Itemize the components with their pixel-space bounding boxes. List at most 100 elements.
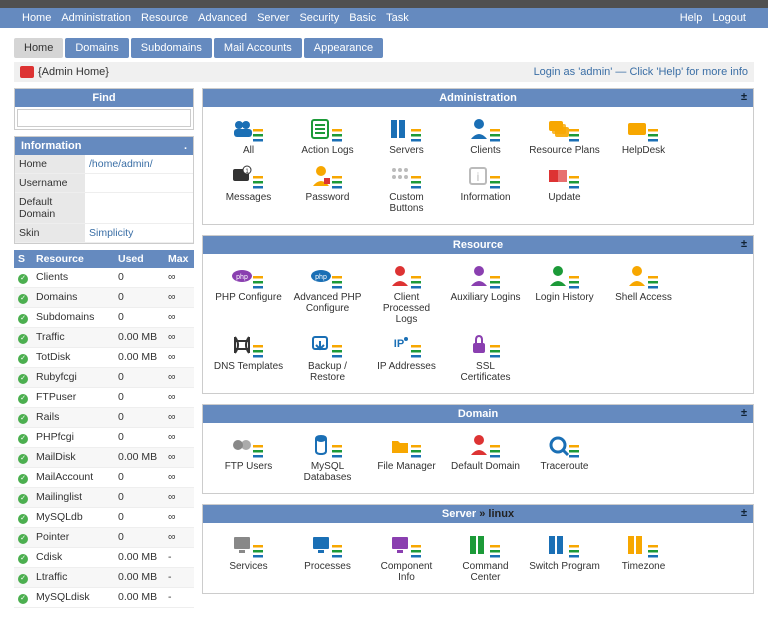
nav-logout[interactable]: Logout (712, 12, 746, 24)
collapse-icon[interactable]: ± (741, 238, 747, 250)
tile-clients[interactable]: Clients (448, 115, 523, 158)
nav-administration[interactable]: Administration (61, 12, 131, 24)
resource-row[interactable]: Pointer0∞ (14, 528, 194, 548)
resource-row[interactable]: TotDisk0.00 MB∞ (14, 348, 194, 368)
svg-text:php: php (236, 274, 248, 281)
nav-advanced[interactable]: Advanced (198, 12, 247, 24)
resource-row[interactable]: Subdomains0∞ (14, 308, 194, 328)
status-ok-icon (18, 314, 28, 324)
resource-row[interactable]: Domains0∞ (14, 288, 194, 308)
tile-mysql-databases[interactable]: MySQL Databases (290, 431, 365, 485)
collapse-icon[interactable]: ± (741, 407, 747, 419)
status-ok-icon (18, 514, 28, 524)
collapse-icon[interactable]: ± (741, 91, 747, 103)
resource-row[interactable]: Rails0∞ (14, 408, 194, 428)
tile-traceroute[interactable]: Traceroute (527, 431, 602, 485)
tile-all[interactable]: All (211, 115, 286, 158)
nav-server[interactable]: Server (257, 12, 289, 24)
tile-switch-program[interactable]: Switch Program (527, 531, 602, 585)
tile-ftp-users[interactable]: FTP Users (211, 431, 286, 485)
resource-row[interactable]: Cdisk0.00 MB- (14, 548, 194, 568)
nav-basic[interactable]: Basic (349, 12, 376, 24)
resource-row[interactable]: Mailinglist0∞ (14, 488, 194, 508)
resource-row[interactable]: MySQLdb0∞ (14, 508, 194, 528)
servers-icon (547, 533, 583, 559)
status-ok-icon (18, 574, 28, 584)
resource-row[interactable]: Ltraffic0.00 MB- (14, 568, 194, 588)
resource-panel: S Resource Used Max Clients0∞Domains0∞Su… (14, 250, 194, 608)
tile-label: Action Logs (292, 145, 363, 156)
tile-auxiliary-logins[interactable]: Auxiliary Logins (448, 262, 523, 327)
resource-row[interactable]: PHPfcgi0∞ (14, 428, 194, 448)
tile-password[interactable]: Password (290, 162, 365, 216)
person-icon (547, 264, 583, 290)
tile-custom-buttons[interactable]: Custom Buttons (369, 162, 444, 216)
tile-label: File Manager (371, 461, 442, 472)
tile-label: SSL Certificates (450, 361, 521, 383)
status-ok-icon (18, 434, 28, 444)
nav-home[interactable]: Home (22, 12, 51, 24)
ftp-icon (231, 433, 267, 459)
ticket-icon (626, 117, 662, 143)
tile-ip-addresses[interactable]: IPIP Addresses (369, 331, 444, 385)
tab-home[interactable]: Home (14, 38, 63, 58)
tile-label: Clients (450, 145, 521, 156)
resource-row[interactable]: MailAccount0∞ (14, 468, 194, 488)
tile-label: Custom Buttons (371, 192, 442, 214)
tab-mail-accounts[interactable]: Mail Accounts (214, 38, 302, 58)
find-input[interactable] (17, 109, 191, 127)
tile-component-info[interactable]: Component Info (369, 531, 444, 585)
tab-domains[interactable]: Domains (65, 38, 128, 58)
nav-security[interactable]: Security (299, 12, 339, 24)
tab-subdomains[interactable]: Subdomains (131, 38, 212, 58)
tile-messages[interactable]: 1Messages (211, 162, 286, 216)
nav-resource[interactable]: Resource (141, 12, 188, 24)
resource-row[interactable]: FTPuser0∞ (14, 388, 194, 408)
key-icon (310, 164, 346, 190)
tile-login-history[interactable]: Login History (527, 262, 602, 327)
users-icon (231, 117, 267, 143)
tile-services[interactable]: Services (211, 531, 286, 585)
login-hint[interactable]: Login as 'admin' — Click 'Help' for more… (534, 66, 748, 78)
tile-advanced-php-configure[interactable]: phpAdvanced PHP Configure (290, 262, 365, 327)
collapse-icon[interactable]: ± (741, 507, 747, 519)
tile-php-configure[interactable]: phpPHP Configure (211, 262, 286, 327)
status-ok-icon (18, 454, 28, 464)
resource-row[interactable]: MailDisk0.00 MB∞ (14, 448, 194, 468)
db-icon (310, 433, 346, 459)
tile-file-manager[interactable]: File Manager (369, 431, 444, 485)
resource-row[interactable]: Rubyfcgi0∞ (14, 368, 194, 388)
tile-update[interactable]: Update (527, 162, 602, 216)
tile-label: Auxiliary Logins (450, 292, 521, 303)
section-header: Server » linux± (203, 505, 753, 523)
tab-appearance[interactable]: Appearance (304, 38, 383, 58)
tile-command-center[interactable]: Command Center (448, 531, 523, 585)
resource-row[interactable]: MySQLdisk0.00 MB- (14, 588, 194, 608)
tile-ssl-certificates[interactable]: SSL Certificates (448, 331, 523, 385)
section-administration: Administration±AllAction LogsServersClie… (202, 88, 754, 225)
person-icon (626, 264, 662, 290)
tile-resource-plans[interactable]: Resource Plans (527, 115, 602, 158)
nav-task[interactable]: Task (386, 12, 409, 24)
tile-label: Advanced PHP Configure (292, 292, 363, 314)
info-value[interactable]: Simplicity (85, 224, 193, 243)
resource-row[interactable]: Traffic0.00 MB∞ (14, 328, 194, 348)
servers-icon (468, 533, 504, 559)
tile-servers[interactable]: Servers (369, 115, 444, 158)
tile-timezone[interactable]: Timezone (606, 531, 681, 585)
tile-client-processed-logs[interactable]: Client Processed Logs (369, 262, 444, 327)
tile-processes[interactable]: Processes (290, 531, 365, 585)
dns-icon (231, 333, 267, 359)
tile-shell-access[interactable]: Shell Access (606, 262, 681, 327)
tile-action-logs[interactable]: Action Logs (290, 115, 365, 158)
info-value[interactable]: /home/admin/ (85, 155, 193, 174)
tile-helpdesk[interactable]: HelpDesk (606, 115, 681, 158)
resource-row[interactable]: Clients0∞ (14, 268, 194, 288)
tile-default-domain[interactable]: Default Domain (448, 431, 523, 485)
tile-dns-templates[interactable]: DNS Templates (211, 331, 286, 385)
nav-help[interactable]: Help (680, 12, 703, 24)
tile-backup-restore[interactable]: Backup / Restore (290, 331, 365, 385)
msg-icon: 1 (231, 164, 267, 190)
tile-information[interactable]: iInformation (448, 162, 523, 216)
tile-label: Login History (529, 292, 600, 303)
